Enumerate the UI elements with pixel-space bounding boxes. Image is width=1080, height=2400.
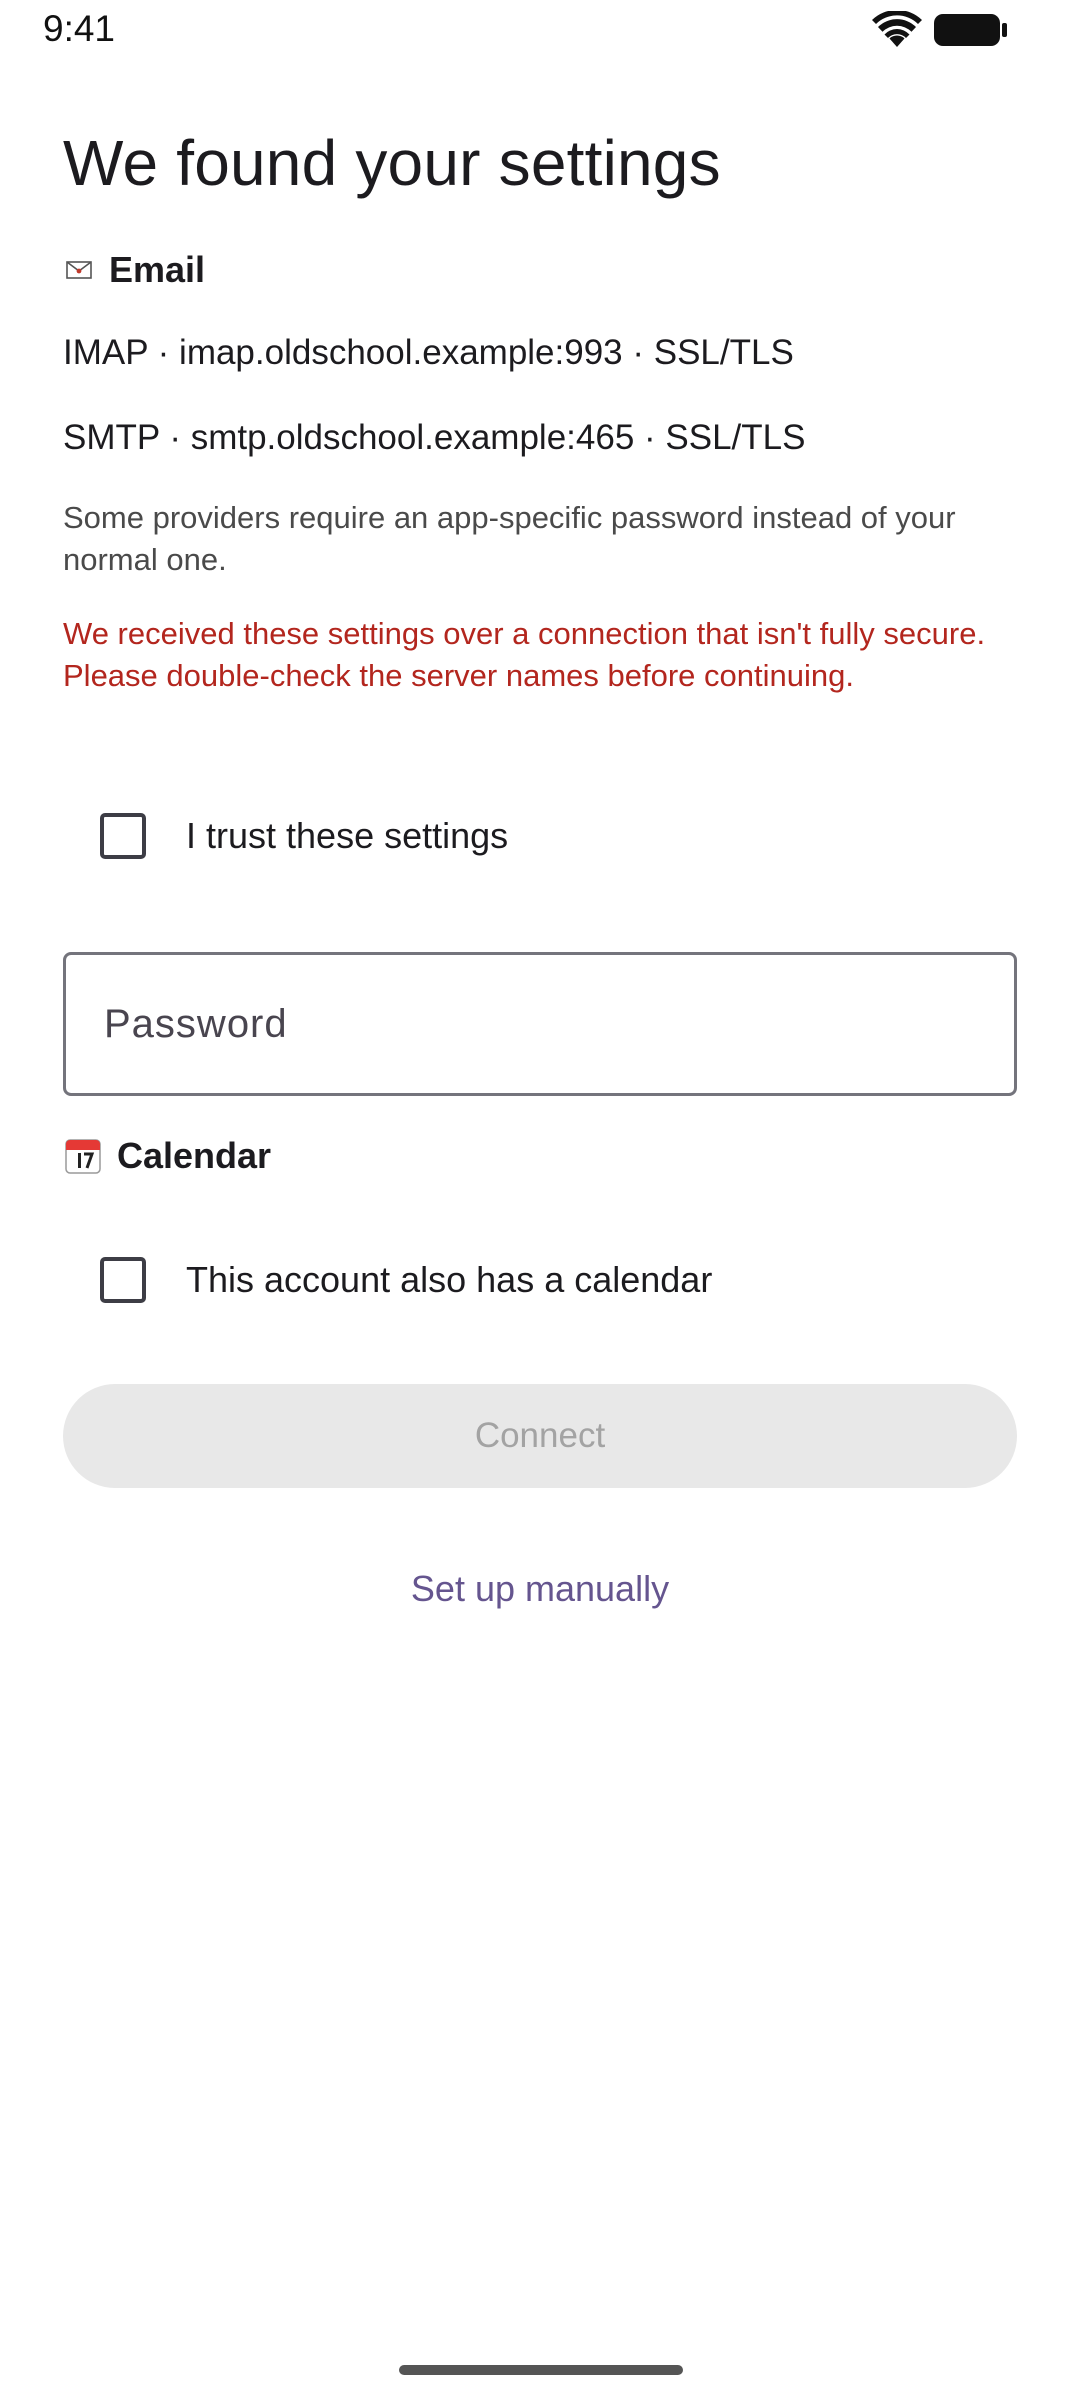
status-bar: 9:41 — [0, 0, 1080, 62]
email-section-label: Email — [109, 249, 206, 290]
status-time: 9:41 — [43, 8, 116, 49]
page-title: We found your settings — [63, 127, 721, 199]
password-field[interactable] — [63, 952, 1017, 1096]
wifi-icon — [872, 11, 922, 47]
trust-settings-checkbox-row[interactable]: I trust these settings — [63, 786, 1017, 886]
calendar-section-header: Calendar — [63, 1131, 271, 1181]
envelope-icon — [63, 250, 95, 290]
smtp-server-line: SMTP · smtp.oldschool.example:465 · SSL/… — [63, 418, 806, 457]
set-up-manually-link[interactable]: Set up manually — [0, 1568, 1080, 1610]
calendar-checkbox-label[interactable]: This account also has a calendar — [186, 1259, 712, 1301]
calendar-icon — [63, 1136, 103, 1176]
imap-server-line: IMAP · imap.oldschool.example:993 · SSL/… — [63, 333, 794, 372]
trust-settings-checkbox[interactable] — [100, 813, 146, 859]
insecure-connection-warning: We received these settings over a connec… — [63, 616, 986, 693]
home-indicator[interactable] — [399, 2365, 683, 2375]
calendar-checkbox-row[interactable]: This account also has a calendar — [63, 1230, 1017, 1330]
email-section-header: Email — [63, 245, 205, 295]
app-password-hint: Some providers require an app-specific p… — [63, 500, 956, 577]
connect-button[interactable]: Connect — [63, 1384, 1017, 1488]
battery-icon — [934, 14, 1007, 46]
calendar-section-label: Calendar — [117, 1135, 272, 1176]
calendar-checkbox[interactable] — [100, 1257, 146, 1303]
trust-settings-label[interactable]: I trust these settings — [186, 815, 508, 857]
